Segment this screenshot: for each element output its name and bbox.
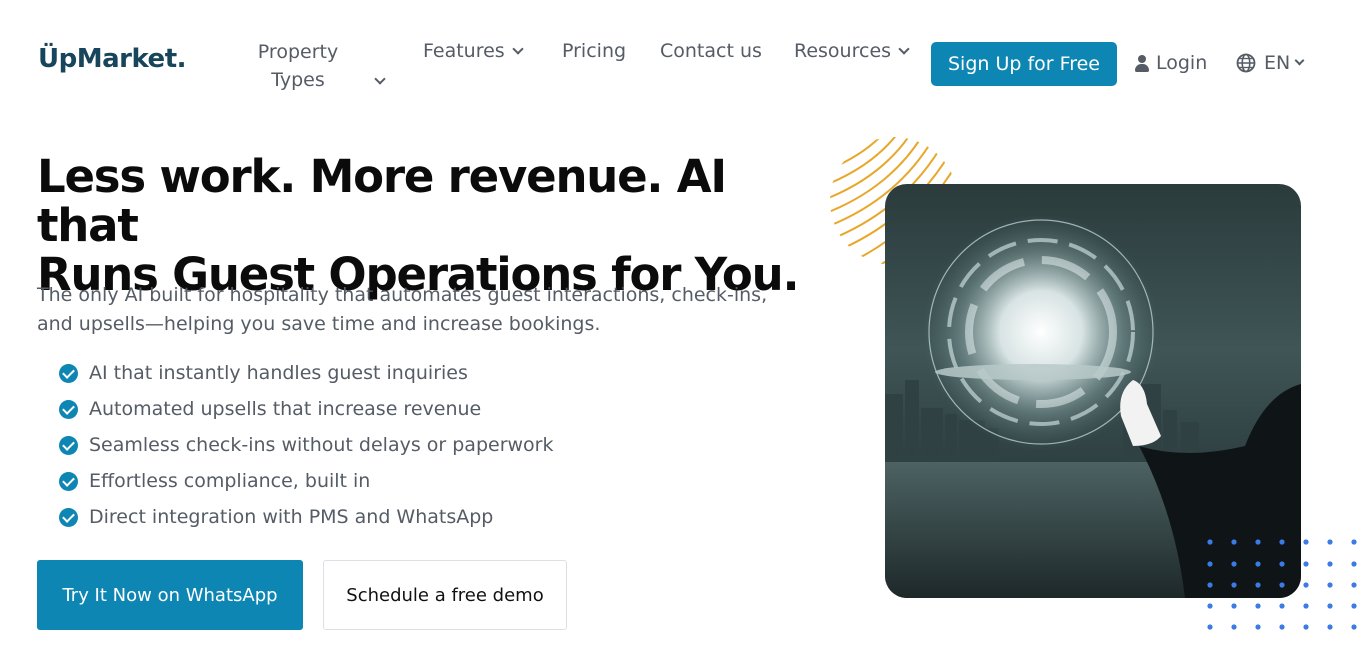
feature-text: Automated upsells that increase revenue [89, 398, 482, 420]
hero-headline: Less work. More revenue. AI that Runs Gu… [37, 152, 837, 299]
nav-pricing-label: Pricing [562, 40, 627, 62]
language-selector[interactable]: EN [1236, 52, 1305, 74]
nav-features[interactable]: Features [423, 38, 524, 64]
feature-text: AI that instantly handles guest inquirie… [89, 362, 468, 384]
check-circle-icon [59, 471, 78, 491]
chevron-down-icon [898, 42, 910, 55]
language-label: EN [1264, 52, 1291, 74]
hero-subtext: The only AI built for hospitality that a… [37, 284, 768, 335]
feature-text: Direct integration with PMS and WhatsApp [89, 506, 494, 528]
feature-item: Seamless check-ins without delays or pap… [59, 427, 554, 463]
feature-item: Direct integration with PMS and WhatsApp [59, 499, 554, 535]
feature-list: AI that instantly handles guest inquirie… [59, 355, 554, 535]
sign-up-button[interactable]: Sign Up for Free [931, 42, 1117, 86]
nav-features-label: Features [423, 40, 505, 62]
headline-line-1: Less work. More revenue. AI that [37, 150, 727, 252]
feature-item: AI that instantly handles guest inquirie… [59, 355, 554, 391]
chevron-down-icon [512, 42, 524, 55]
feature-text: Effortless compliance, built in [89, 470, 371, 492]
nav-contact-us[interactable]: Contact us [660, 38, 762, 64]
check-circle-icon [59, 399, 78, 419]
decorative-dots [1207, 539, 1357, 630]
nav-resources[interactable]: Resources [794, 38, 910, 64]
nav-property-types[interactable]: Property Types [256, 38, 406, 94]
schedule-demo-button[interactable]: Schedule a free demo [323, 560, 567, 630]
login-link[interactable]: Login [1135, 52, 1207, 74]
brand-logo[interactable]: ÜpMarket. [38, 44, 187, 74]
check-circle-icon [59, 435, 78, 455]
user-icon [1135, 54, 1149, 72]
nav-pricing[interactable]: Pricing [562, 38, 626, 64]
check-circle-icon [59, 363, 78, 383]
chevron-down-icon [1294, 55, 1305, 66]
feature-item: Automated upsells that increase revenue [59, 391, 554, 427]
chevron-down-icon [374, 73, 386, 85]
feature-item: Effortless compliance, built in [59, 463, 554, 499]
globe-icon [1236, 53, 1256, 73]
nav-property-types-label-1: Property [257, 41, 339, 63]
login-label: Login [1156, 52, 1208, 74]
nav-property-types-label-2: Types [271, 69, 325, 91]
try-whatsapp-button[interactable]: Try It Now on WhatsApp [37, 560, 303, 630]
nav-contact-label: Contact us [660, 40, 762, 62]
feature-text: Seamless check-ins without delays or pap… [89, 434, 554, 456]
check-circle-icon [59, 507, 78, 527]
nav-resources-label: Resources [794, 40, 892, 62]
